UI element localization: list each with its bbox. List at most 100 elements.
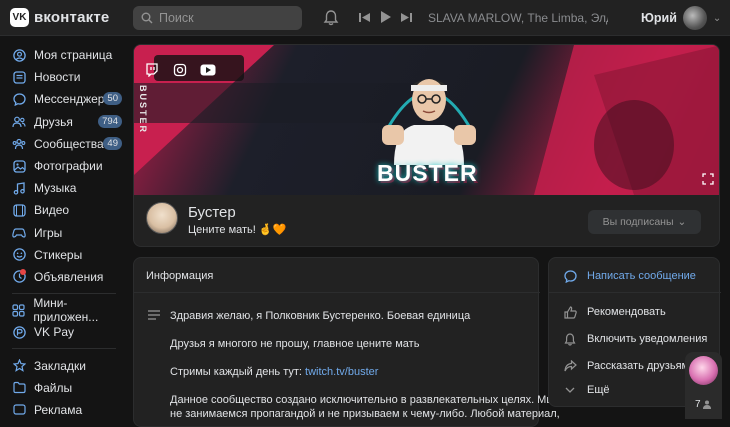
- person-icon: [702, 400, 711, 409]
- news-icon: [12, 70, 26, 84]
- sidebar-item-vkpay[interactable]: VK Pay: [0, 321, 128, 343]
- previous-track-icon[interactable]: [359, 12, 370, 23]
- music-icon: [12, 181, 26, 195]
- page-title: Бустер: [188, 204, 236, 221]
- sidebar: Моя страница Новости Мессенджер 50 Друзья 794…: [0, 44, 128, 421]
- recommend-button[interactable]: Рекомендовать: [563, 305, 666, 319]
- sidebar-item-video[interactable]: Видео: [0, 199, 128, 221]
- search-icon: [141, 12, 153, 24]
- cover-title: BUSTER: [377, 160, 478, 186]
- chat-avatar[interactable]: [689, 356, 718, 385]
- community-header-card: BUSTER BUSTER Бустер Цените мать! 🤞🧡 Вы …: [133, 44, 720, 247]
- share-icon: [563, 359, 577, 373]
- stickers-icon: [12, 248, 26, 262]
- description-icon: [148, 310, 160, 320]
- sidebar-item-mini-apps[interactable]: Мини-приложен...: [0, 296, 128, 325]
- sidebar-item-label: Реклама: [34, 402, 83, 417]
- next-track-icon[interactable]: [401, 12, 412, 23]
- sidebar-item-label: Видео: [34, 203, 70, 218]
- sidebar-item-label: VK Pay: [34, 325, 75, 340]
- messenger-icon: [12, 92, 26, 106]
- search-input[interactable]: [159, 11, 299, 25]
- youtube-icon[interactable]: [200, 62, 216, 78]
- mini-apps-icon: [12, 303, 25, 317]
- sidebar-item-bookmarks[interactable]: Закладки: [0, 354, 128, 376]
- sidebar-divider: [12, 348, 116, 350]
- vk-logo-mark: VK: [10, 8, 29, 27]
- cover-image: BUSTER BUSTER: [134, 45, 719, 195]
- description-line: Здравия желаю, я Полковник Бустеренко. Б…: [170, 310, 471, 322]
- enable-notifications-button[interactable]: Включить уведомления: [563, 332, 707, 346]
- expand-icon[interactable]: [702, 173, 714, 185]
- twitch-link[interactable]: twitch.tv/buster: [305, 366, 378, 378]
- chat-widget[interactable]: 7: [685, 352, 722, 419]
- sidebar-item-music[interactable]: Музыка: [0, 177, 128, 199]
- share-button[interactable]: Рассказать друзьям: [563, 359, 689, 373]
- user-menu[interactable]: Юрий ⌄: [641, 6, 721, 30]
- info-title: Информация: [146, 270, 214, 282]
- sidebar-divider: [12, 293, 116, 295]
- sidebar-item-label: Моя страница: [34, 48, 113, 63]
- friends-icon: [12, 115, 26, 129]
- vk-logo-text: вконтакте: [34, 9, 110, 26]
- vk-logo[interactable]: VK вконтакте: [10, 8, 109, 27]
- communities-icon: [12, 137, 26, 151]
- description-line: не занимаемся пропагандой и не призываем…: [170, 408, 560, 420]
- mascot-illustration: [382, 79, 476, 165]
- more-button[interactable]: Ещё: [563, 383, 610, 397]
- actions-divider: [549, 292, 721, 293]
- sidebar-item-label: Друзья: [34, 114, 73, 129]
- recommend-label: Рекомендовать: [587, 306, 666, 318]
- sidebar-item-friends[interactable]: Друзья 794: [0, 111, 128, 133]
- send-message-label: Написать сообщение: [587, 270, 696, 282]
- now-playing-title[interactable]: SLAVA MARLOW, The Limba, Элдже...: [428, 11, 608, 25]
- sidebar-item-label: Фотографии: [34, 159, 103, 174]
- sidebar-item-communities[interactable]: Сообщества 49: [0, 133, 128, 155]
- subscribed-button[interactable]: Вы подписаны ⌄: [588, 210, 701, 234]
- photo-icon: [12, 159, 26, 173]
- count-badge: 50: [103, 92, 122, 106]
- sidebar-item-stickers[interactable]: Стикеры: [0, 244, 128, 266]
- community-avatar[interactable]: [146, 202, 178, 234]
- subscribed-label: Вы подписаны: [602, 216, 674, 228]
- more-label: Ещё: [587, 384, 610, 396]
- user-circle-icon: [12, 48, 26, 62]
- count-badge: 794: [98, 114, 122, 128]
- sidebar-item-files[interactable]: Файлы: [0, 377, 128, 399]
- audio-player-controls: [359, 11, 412, 23]
- sidebar-item-games[interactable]: Игры: [0, 222, 128, 244]
- video-icon: [12, 203, 26, 217]
- page-status: Цените мать! 🤞🧡: [188, 224, 287, 236]
- play-icon[interactable]: [380, 11, 391, 23]
- twitch-icon[interactable]: [144, 62, 160, 78]
- search-box[interactable]: [133, 6, 302, 30]
- sidebar-item-photo[interactable]: Фотографии: [0, 155, 128, 177]
- count-badge: 49: [103, 136, 122, 150]
- bell-icon[interactable]: [323, 9, 339, 26]
- bookmarks-icon: [12, 359, 26, 373]
- sidebar-item-ads[interactable]: Объявления: [0, 266, 128, 288]
- notification-dot: [20, 268, 26, 275]
- description-text: Стримы каждый день тут:: [170, 366, 306, 378]
- sidebar-item-news[interactable]: Новости: [0, 66, 128, 88]
- send-message-button[interactable]: Написать сообщение: [563, 269, 696, 283]
- top-bar: VK вконтакте SLAVA MARLOW, The Limba, Эл…: [0, 0, 730, 36]
- sidebar-item-label: Новости: [34, 70, 81, 85]
- message-icon: [563, 269, 577, 283]
- user-name: Юрий: [641, 11, 677, 25]
- sidebar-item-label: Объявления: [34, 269, 104, 284]
- social-links: [144, 62, 216, 78]
- description-line: Данное сообщество создано исключительно …: [170, 394, 555, 406]
- sidebar-item-messenger[interactable]: Мессенджер 50: [0, 88, 128, 110]
- profile-row: Бустер Цените мать! 🤞🧡 Вы подписаны ⌄: [134, 195, 719, 246]
- files-icon: [12, 381, 26, 395]
- sidebar-item-advert[interactable]: Реклама: [0, 399, 128, 421]
- avatar: [682, 6, 707, 30]
- sidebar-item-label: Мини-приложен...: [33, 296, 99, 325]
- sidebar-item-label: Стикеры: [34, 247, 83, 262]
- sidebar-item-label: Игры: [34, 225, 63, 240]
- instagram-icon[interactable]: [172, 62, 188, 78]
- sidebar-item-user-circle[interactable]: Моя страница: [0, 44, 128, 66]
- sidebar-item-label: Мессенджер: [34, 92, 105, 107]
- cover-side-text: BUSTER: [138, 85, 148, 135]
